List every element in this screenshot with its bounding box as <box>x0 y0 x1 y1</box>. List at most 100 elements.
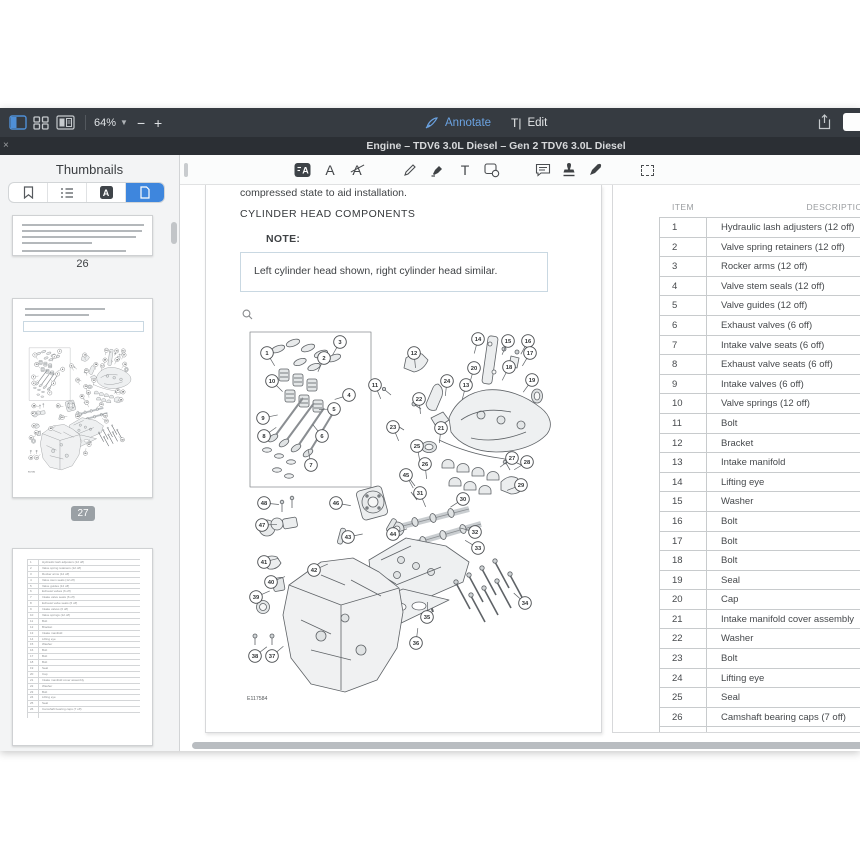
svg-text:30: 30 <box>460 497 466 503</box>
horizontal-scrollbar[interactable] <box>192 742 860 749</box>
thumb-table-row: 10Valve springs (12 off) <box>27 612 140 618</box>
zoom-in-button[interactable]: + <box>154 108 162 137</box>
thumb-table-row: 14Lifting eye <box>27 636 140 642</box>
selection-box-icon[interactable] <box>639 155 655 185</box>
stamp-icon[interactable] <box>561 155 577 185</box>
tab-annotations[interactable]: A <box>87 183 126 202</box>
text-tool-icon[interactable]: T <box>457 155 473 185</box>
svg-text:33: 33 <box>475 546 482 552</box>
thumb-diagram: 1234567891011121314151617181920212223242… <box>26 337 138 476</box>
sidebar-scrollbar[interactable] <box>171 222 177 244</box>
parts-table-row: 26Camshaft bearing caps (7 off) <box>659 707 860 727</box>
pencil-icon[interactable] <box>402 155 418 185</box>
svg-text:10: 10 <box>269 379 275 385</box>
svg-text:7: 7 <box>309 463 312 469</box>
outline-list-icon <box>60 187 74 199</box>
thumb-table-row: 12Bracket <box>27 624 140 630</box>
svg-text:27: 27 <box>117 390 119 392</box>
thumb-table-row: 17Bolt <box>27 653 140 659</box>
thumb-table-row: 20Cap <box>27 671 140 677</box>
close-icon[interactable]: × <box>3 137 9 155</box>
svg-text:30: 30 <box>100 404 102 406</box>
tab-page-thumbnails[interactable] <box>126 183 164 202</box>
thumbnail-page-27[interactable]: 1234567891011121314151617181920212223242… <box>12 298 153 498</box>
svg-text:32: 32 <box>472 530 478 536</box>
thumb-table-row: 13Intake manifold <box>27 630 140 636</box>
svg-text:48: 48 <box>261 501 268 507</box>
document-page-right: ITEM DESCRIPTION 1Hydraulic lash adjuste… <box>612 185 860 733</box>
toolbar-drag-handle[interactable] <box>184 163 188 177</box>
tab-outline[interactable] <box>48 183 87 202</box>
parts-table-row: 10Valve springs (12 off) <box>659 393 860 413</box>
svg-text:13: 13 <box>463 383 470 389</box>
page-icon <box>140 186 150 199</box>
annotate-button[interactable]: Annotate <box>425 108 491 137</box>
parts-table-row: 1Hydraulic lash adjusters (12 off) <box>659 217 860 237</box>
annotation-toolbar: A A A T <box>180 155 860 185</box>
svg-text:19: 19 <box>529 378 536 384</box>
sidebar-toggle-icon[interactable] <box>9 115 27 130</box>
thumbnail-page-26[interactable] <box>12 215 153 256</box>
parts-table-row: 20Cap <box>659 589 860 609</box>
strikethrough-a-icon[interactable]: A <box>349 155 365 185</box>
chevron-down-icon: ▼ <box>120 118 128 127</box>
comment-icon[interactable] <box>534 155 552 185</box>
parts-table-row: 6Exhaust valves (6 off) <box>659 315 860 335</box>
bookmark-icon <box>23 186 34 199</box>
parts-table-row: 18Bolt <box>659 550 860 570</box>
page-number-27-badge: 27 <box>71 506 95 521</box>
document-area: A A A T <box>180 155 860 751</box>
signature-pen-icon[interactable] <box>587 155 603 185</box>
thumb-table-row: 5Valve guides (12 off) <box>27 583 140 589</box>
parts-table-row: 12Bracket <box>659 433 860 453</box>
svg-text:40: 40 <box>268 580 274 586</box>
svg-text:46: 46 <box>333 501 340 507</box>
thumb-text-line <box>25 314 89 316</box>
share-icon[interactable] <box>818 114 831 135</box>
zoom-level-control[interactable]: 64% ▼ <box>94 108 128 137</box>
text-style-a-icon[interactable]: A <box>322 155 338 185</box>
svg-text:7: 7 <box>49 393 50 395</box>
svg-text:29: 29 <box>518 483 525 489</box>
svg-text:2: 2 <box>322 356 325 362</box>
top-toolbar: 64% ▼ − + Annotate T| Edit <box>0 108 860 137</box>
tab-bookmarks[interactable] <box>9 183 48 202</box>
sidebar-title: Thumbnails <box>0 155 179 177</box>
parts-table-row <box>659 726 860 733</box>
zoom-out-button[interactable]: − <box>137 108 145 137</box>
thumb-text-line <box>22 250 126 252</box>
svg-text:47: 47 <box>259 523 265 529</box>
highlighter-icon[interactable] <box>429 155 445 185</box>
thumb-table-row: 15Washer <box>27 641 140 647</box>
engine-exploded-diagram: 1234567891011121314151617181920212223242… <box>241 300 571 710</box>
thumb-table-row <box>27 712 140 718</box>
thumbnail-page-28[interactable]: 1Hydraulic lash adjusters (12 off)2Valve… <box>12 548 153 746</box>
search-field[interactable] <box>843 113 860 131</box>
parts-table-row: 17Bolt <box>659 531 860 551</box>
parts-table-row: 7Intake valve seats (6 off) <box>659 335 860 355</box>
note-text: Left cylinder head shown, right cylinder… <box>254 265 497 277</box>
note-box: Left cylinder head shown, right cylinder… <box>240 252 548 292</box>
zoom-level-value: 64% <box>94 117 116 129</box>
svg-text:14: 14 <box>475 337 482 343</box>
edit-button[interactable]: T| Edit <box>511 108 547 137</box>
svg-text:27: 27 <box>509 456 515 462</box>
thumb-table-row: 6Exhaust valves (6 off) <box>27 588 140 594</box>
svg-text:35: 35 <box>424 615 431 621</box>
thumb-text-line <box>22 230 142 232</box>
smart-annotate-icon[interactable]: A <box>292 155 312 185</box>
thumb-parts-table: 1Hydraulic lash adjusters (12 off)2Valve… <box>27 559 140 718</box>
thumb-table-row: 23Bolt <box>27 689 140 695</box>
svg-text:41: 41 <box>261 560 268 566</box>
two-page-view-icon[interactable] <box>56 115 75 130</box>
col-item: ITEM <box>659 200 707 217</box>
thumb-text-line <box>22 236 136 238</box>
svg-text:42: 42 <box>311 568 317 574</box>
shapes-icon[interactable] <box>483 155 501 185</box>
parts-table-row: 2Valve spring retainers (12 off) <box>659 237 860 257</box>
thumb-table-row: 26Camshaft bearing caps (7 off) <box>27 706 140 712</box>
document-title-bar: Engine – TDV6 3.0L Diesel – Gen 2 TDV6 3… <box>0 137 860 155</box>
svg-text:39: 39 <box>253 595 260 601</box>
thumbnail-grid-icon[interactable] <box>33 115 49 130</box>
thumb-text-line <box>22 242 92 244</box>
